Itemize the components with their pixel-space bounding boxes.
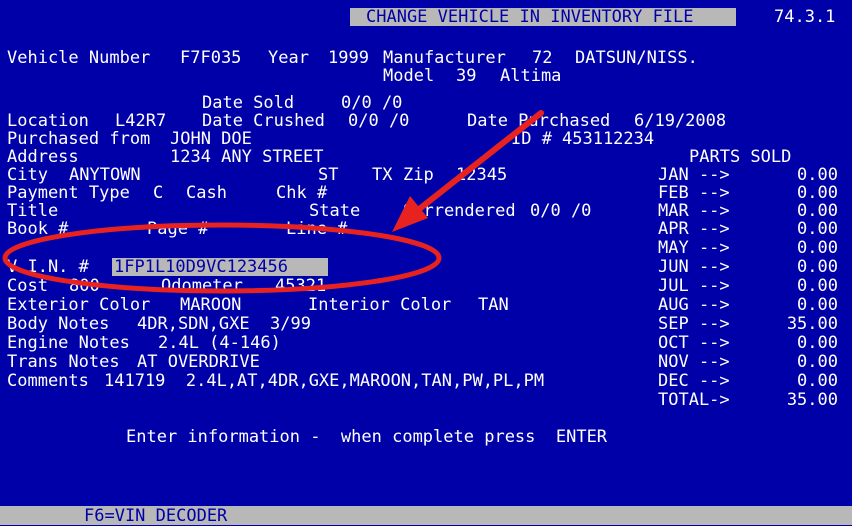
vin-field[interactable]: 1FP1L10D9VC123456 <box>114 258 288 276</box>
month-label: JUN --> <box>658 257 730 277</box>
location-field[interactable]: L42R7 <box>115 112 166 130</box>
exterior-color-label: Exterior Color <box>7 295 151 315</box>
payment-type-label: Payment Type <box>7 183 130 203</box>
body-notes-field[interactable]: 4DR,SDN,GXE 3/99 <box>137 315 311 333</box>
location-label: Location <box>7 111 89 131</box>
date-crushed-label: Date Crushed <box>202 111 325 131</box>
title-label: Title <box>7 201 59 221</box>
month-label: SEP --> <box>658 314 730 334</box>
state-label: State <box>309 201 361 221</box>
screen-id: 74.3.1 <box>774 7 836 27</box>
month-label: JUL --> <box>658 276 730 296</box>
month-value: 0.00 <box>797 238 838 258</box>
line-label: Line # <box>286 219 348 239</box>
purchased-from-field[interactable]: JOHN DOE <box>170 130 252 148</box>
id-field[interactable]: 453112234 <box>562 130 654 148</box>
month-value: 0.00 <box>797 352 838 372</box>
month-value: 0.00 <box>797 295 838 315</box>
surrendered-label: Surrendered <box>403 201 516 221</box>
trans-notes-label: Trans Notes <box>7 352 120 372</box>
month-label: OCT --> <box>658 333 730 353</box>
address-label: Address <box>7 147 79 167</box>
date-purchased-field[interactable]: 6/19/2008 <box>634 112 726 130</box>
payment-type-name: Cash <box>186 183 227 203</box>
month-value: 0.00 <box>797 276 838 296</box>
manufacturer-code-field[interactable]: 72 <box>532 49 552 67</box>
surrendered-field[interactable]: 0/0 /0 <box>530 202 591 220</box>
month-value: 0.00 <box>797 201 838 221</box>
month-label: NOV --> <box>658 352 730 372</box>
f6-vin-decoder-key[interactable]: F6=VIN DECODER <box>84 507 227 525</box>
total-value: 35.00 <box>786 390 838 410</box>
cost-field[interactable]: 800 <box>69 277 100 295</box>
month-value: 35.00 <box>786 314 838 334</box>
month-value: 0.00 <box>797 165 838 185</box>
month-value: 0.00 <box>797 371 838 391</box>
zip-label: Zip <box>403 165 434 185</box>
screen-title: CHANGE VEHICLE IN INVENTORY FILE <box>366 7 694 27</box>
chk-label: Chk # <box>276 183 328 203</box>
date-sold-label: Date Sold <box>202 93 295 113</box>
interior-color-field[interactable]: TAN <box>478 296 509 314</box>
engine-notes-label: Engine Notes <box>7 333 130 353</box>
month-value: 0.00 <box>797 219 838 239</box>
trans-notes-field[interactable]: AT OVERDRIVE <box>137 353 260 371</box>
month-label: FEB --> <box>658 183 730 203</box>
odometer-field[interactable]: 45321 <box>275 277 326 295</box>
date-crushed-field[interactable]: 0/0 /0 <box>348 112 409 130</box>
zip-field[interactable]: 12345 <box>456 166 507 184</box>
chk-field[interactable] <box>340 184 400 202</box>
city-label: City <box>7 165 48 185</box>
model-name: Altima <box>500 66 562 86</box>
manufacturer-label: Manufacturer <box>383 48 506 68</box>
month-value: 0.00 <box>797 333 838 353</box>
odometer-label: Odometer <box>161 276 243 296</box>
model-code-field[interactable]: 39 <box>456 67 476 85</box>
status-prompt: Enter information - when complete press … <box>126 427 608 447</box>
city-field[interactable]: ANYTOWN <box>69 166 141 184</box>
payment-type-code-field[interactable]: C <box>153 184 163 202</box>
model-label: Model <box>383 66 435 86</box>
exterior-color-field[interactable]: MAROON <box>180 296 241 314</box>
id-label: ID # <box>511 129 552 149</box>
month-value: 0.00 <box>797 183 838 203</box>
page-label: Page # <box>147 219 209 239</box>
interior-color-label: Interior Color <box>308 295 452 315</box>
date-purchased-label: Date Purchased <box>467 111 611 131</box>
comments-label: Comments <box>7 371 89 391</box>
st-field[interactable]: TX <box>372 166 392 184</box>
month-label: JAN --> <box>658 165 730 185</box>
year-label: Year <box>268 48 309 68</box>
comments-field[interactable]: 141719 2.4L,AT,4DR,GXE,MAROON,TAN,PW,PL,… <box>104 372 544 390</box>
cost-label: Cost <box>7 276 48 296</box>
date-sold-field[interactable]: 0/0 /0 <box>341 94 402 112</box>
parts-sold-header: PARTS SOLD <box>689 147 792 167</box>
title-field[interactable] <box>80 202 280 220</box>
vehicle-number-label: Vehicle Number <box>7 48 151 68</box>
book-label: Book # <box>7 219 69 239</box>
month-label: MAY --> <box>658 238 730 258</box>
vehicle-number-field[interactable]: F7F035 <box>180 49 241 67</box>
st-label: ST <box>318 165 339 185</box>
year-field[interactable]: 1999 <box>328 49 369 67</box>
engine-notes-field[interactable]: 2.4L (4-146) <box>158 334 281 352</box>
month-label: AUG --> <box>658 295 730 315</box>
month-label: DEC --> <box>658 371 730 391</box>
total-label: TOTAL-> <box>658 390 730 410</box>
purchased-from-label: Purchased from <box>7 129 151 149</box>
vin-label: V.I.N. # <box>7 257 89 277</box>
month-label: MAR --> <box>658 201 730 221</box>
month-value: 0.00 <box>797 257 838 277</box>
body-notes-label: Body Notes <box>7 314 110 334</box>
month-label: APR --> <box>658 219 730 239</box>
terminal-screen: CHANGE VEHICLE IN INVENTORY FILE 74.3.1 … <box>0 0 852 525</box>
manufacturer-name: DATSUN/NISS. <box>575 48 698 68</box>
address-field[interactable]: 1234 ANY STREET <box>170 148 324 166</box>
